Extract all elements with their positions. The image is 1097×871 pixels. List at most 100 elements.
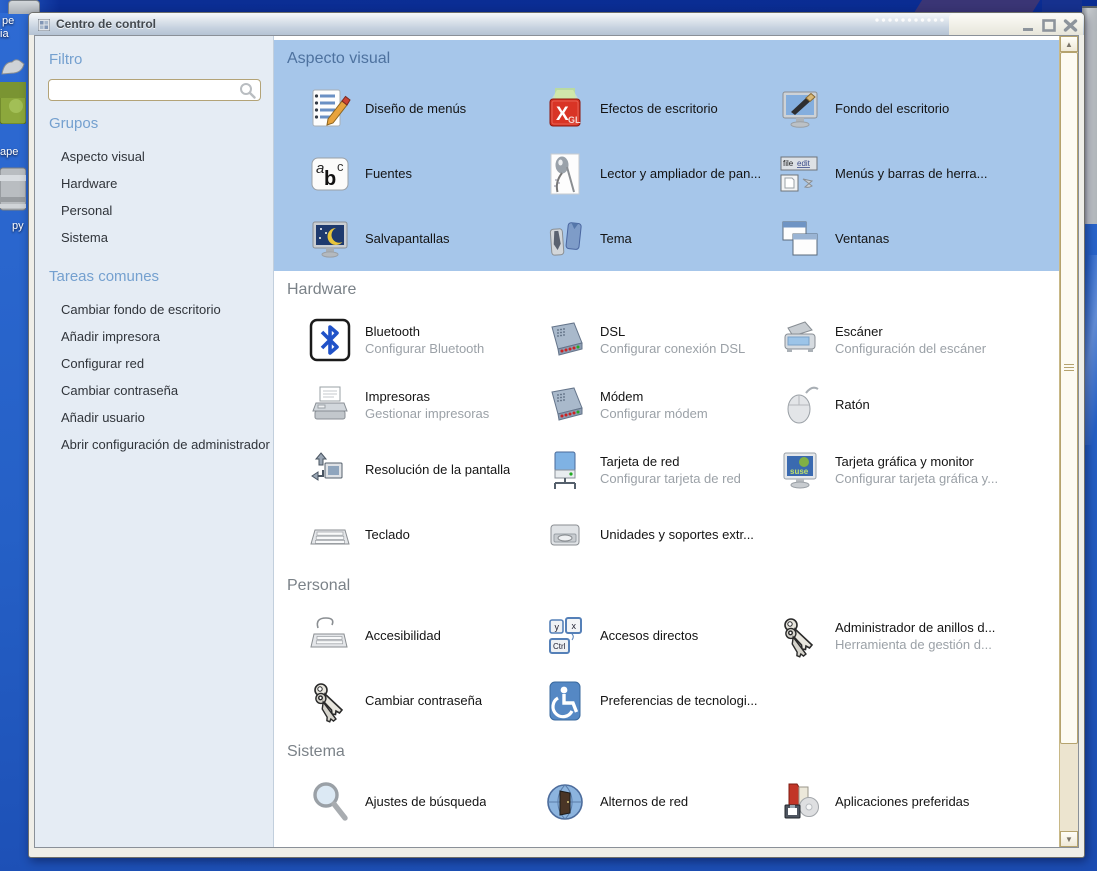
launcher-item-alternos-de-red[interactable]: Alternos de red <box>543 769 778 834</box>
scroll-down-button[interactable]: ▼ <box>1060 831 1078 847</box>
scrollbar-thumb[interactable] <box>1060 52 1078 744</box>
launcher-item-tarjeta-grafica-y-monitor[interactable]: suseTarjeta gráfica y monitorConfigurar … <box>778 437 1059 502</box>
section-aspecto-visual: Aspecto visualDiseño de menúsXGLEfectos … <box>274 40 1059 271</box>
launcher-item-ventanas[interactable]: Ventanas <box>778 206 1059 271</box>
svg-text:edit: edit <box>797 159 811 168</box>
keyboard-icon <box>308 513 352 557</box>
search-settings-icon <box>308 780 352 824</box>
item-label: Fuentes <box>365 166 412 181</box>
windows-icon <box>778 217 822 261</box>
item-label: Preferencias de tecnologi... <box>600 693 758 708</box>
item-sublabel: Configurar tarjeta gráfica y... <box>835 471 998 486</box>
section-header: Sistema <box>274 733 1059 769</box>
network-card-icon <box>543 448 587 492</box>
sidebar: Filtro Grupos Aspecto visualHardwarePers… <box>35 36 274 847</box>
launcher-item-teclado[interactable]: Teclado <box>308 502 543 567</box>
item-sublabel: Gestionar impresoras <box>365 406 489 421</box>
launcher-item-preferencias-de-tecnologi[interactable]: Preferencias de tecnologi... <box>543 668 778 733</box>
launcher-item[interactable] <box>308 834 543 847</box>
partial-globe-icon <box>543 845 587 848</box>
launcher-item-cambiar-contrasena[interactable]: Cambiar contraseña <box>308 668 543 733</box>
close-button[interactable] <box>1062 18 1078 32</box>
keys-icon <box>308 679 352 723</box>
item-label: Accesos directos <box>600 628 698 643</box>
sidebar-task-anadir-impresora[interactable]: Añadir impresora <box>35 323 273 350</box>
sidebar-task-configurar-red[interactable]: Configurar red <box>35 350 273 377</box>
launcher-item-accesibilidad[interactable]: Accesibilidad <box>308 603 543 668</box>
scrollbar[interactable]: ▲ ▼ <box>1059 36 1078 847</box>
control-center-window: Centro de control Filtro <box>28 12 1085 858</box>
sidebar-group-personal[interactable]: Personal <box>35 197 273 224</box>
launcher-item-accesos-directos[interactable]: yxCtrl Accesos directos <box>543 603 778 668</box>
launcher-item-salvapantallas[interactable]: Salvapantallas <box>308 206 543 271</box>
launcher-item-administrador-de-anillos-d[interactable]: Administrador de anillos d...Herramienta… <box>778 603 1059 668</box>
launcher-item-unidades-y-soportes-extr[interactable]: Unidades y soportes extr... <box>543 502 778 567</box>
launcher-item-lector-y-ampliador-de-pan[interactable]: Lector y ampliador de pan... <box>543 141 778 206</box>
desktop-icon-label: py <box>12 220 24 232</box>
sidebar-group-sistema[interactable]: Sistema <box>35 224 273 251</box>
screen-resolution-icon <box>308 448 352 492</box>
item-sublabel: Configurar Bluetooth <box>365 341 484 356</box>
sidebar-group-hardware[interactable]: Hardware <box>35 170 273 197</box>
shortcuts-icon: yxCtrl <box>543 614 587 658</box>
section-sistema: SistemaAjustes de búsqueda Alternos de re… <box>274 733 1059 847</box>
screen-reader-icon <box>543 152 587 196</box>
menus-toolbars-icon: fileedit <box>778 152 822 196</box>
launcher-item-tarjeta-de-red[interactable]: Tarjeta de redConfigurar tarjeta de red <box>543 437 778 502</box>
launcher-item-impresoras[interactable]: ImpresorasGestionar impresoras <box>308 372 543 437</box>
filter-input[interactable] <box>48 79 261 101</box>
window-titlebar[interactable]: Centro de control <box>29 13 1084 35</box>
maximize-button[interactable] <box>1041 18 1057 32</box>
sidebar-task-cambiar-contrasena[interactable]: Cambiar contraseña <box>35 377 273 404</box>
svg-text:GL: GL <box>568 115 581 125</box>
desktop-icon <box>0 56 26 78</box>
item-label: Cambiar contraseña <box>365 693 482 708</box>
launcher-item-raton[interactable]: Ratón <box>778 372 1059 437</box>
launcher-item-diseno-de-menus[interactable]: Diseño de menús <box>308 76 543 141</box>
launcher-item-dsl[interactable]: DSLConfigurar conexión DSL <box>543 307 778 372</box>
item-sublabel: Configurar conexión DSL <box>600 341 745 356</box>
launcher-item-ajustes-de-busqueda[interactable]: Ajustes de búsqueda <box>308 769 543 834</box>
scroll-up-button[interactable]: ▲ <box>1060 36 1078 52</box>
launcher-item-aplicaciones-preferidas[interactable]: Aplicaciones preferidas <box>778 769 1059 834</box>
groups-header: Grupos <box>35 101 273 134</box>
item-label: Módem <box>600 389 708 404</box>
launcher-item-fondo-del-escritorio[interactable]: Fondo del escritorio <box>778 76 1059 141</box>
item-label: Efectos de escritorio <box>600 101 718 116</box>
sidebar-task-abrir-configuracion-de-administrador[interactable]: Abrir configuración de administrador <box>35 431 273 458</box>
control-center-window-icon <box>38 18 50 30</box>
graphics-monitor-icon: suse <box>778 448 822 492</box>
removable-media-icon <box>543 513 587 557</box>
sidebar-task-cambiar-fondo-de-escritorio[interactable]: Cambiar fondo de escritorio <box>35 296 273 323</box>
preferred-apps-icon <box>778 780 822 824</box>
minimize-button[interactable] <box>1020 18 1036 32</box>
launcher-item-escaner[interactable]: EscánerConfiguración del escáner <box>778 307 1059 372</box>
sidebar-task-anadir-usuario[interactable]: Añadir usuario <box>35 404 273 431</box>
scanner-icon <box>778 318 822 362</box>
launcher-item-modem[interactable]: MódemConfigurar módem <box>543 372 778 437</box>
svg-text:Ctrl: Ctrl <box>553 642 566 651</box>
accessibility-keyboard-icon <box>308 614 352 658</box>
launcher-item-tema[interactable]: Tema <box>543 206 778 271</box>
launcher-item[interactable] <box>543 834 778 847</box>
item-label: Ratón <box>835 397 870 412</box>
section-header: Hardware <box>274 271 1059 307</box>
launcher-item-efectos-de-escritorio[interactable]: XGLEfectos de escritorio <box>543 76 778 141</box>
launcher-item-resolucion-de-la-pantalla[interactable]: Resolución de la pantalla <box>308 437 543 502</box>
section-header: Aspecto visual <box>274 40 1059 76</box>
launcher-item-fuentes[interactable]: abcFuentes <box>308 141 543 206</box>
sidebar-group-aspecto-visual[interactable]: Aspecto visual <box>35 143 273 170</box>
launcher-item-menus-y-barras-de-herra[interactable]: fileeditMenús y barras de herra... <box>778 141 1059 206</box>
svg-text:suse: suse <box>790 467 809 476</box>
item-label: Salvapantallas <box>365 231 450 246</box>
item-label: Teclado <box>365 527 410 542</box>
menu-editor-icon <box>308 87 352 131</box>
bluetooth-icon <box>308 318 352 362</box>
desktop-icon-label: ia <box>0 28 9 40</box>
search-icon <box>239 82 256 99</box>
item-label: Bluetooth <box>365 324 484 339</box>
item-label: Alternos de red <box>600 794 688 809</box>
launcher-item[interactable] <box>778 834 1059 847</box>
partial-keys-icon <box>778 845 822 848</box>
launcher-item-bluetooth[interactable]: Bluetooth Configurar Bluetooth <box>308 307 543 372</box>
